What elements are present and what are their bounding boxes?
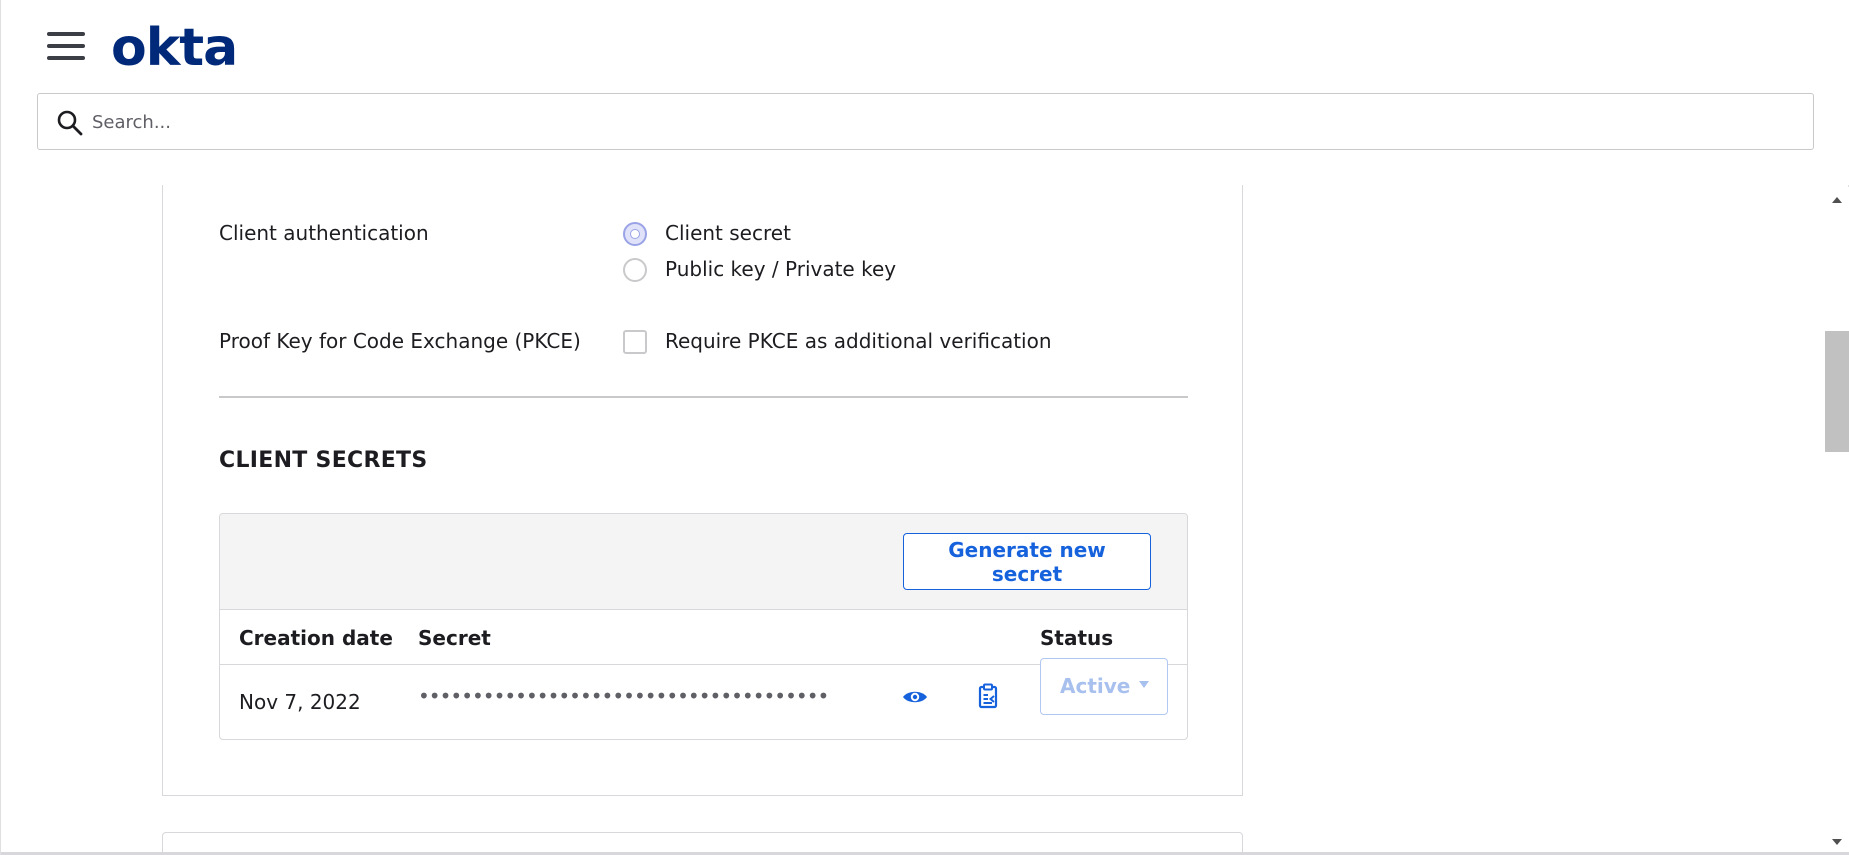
search-bar[interactable]: [37, 93, 1814, 150]
vertical-scrollbar[interactable]: [1825, 187, 1849, 855]
client-secrets-table: Generate new secret Creation date Secret…: [219, 513, 1188, 740]
column-header-creation-date: Creation date: [239, 626, 393, 650]
hamburger-menu-icon[interactable]: [47, 30, 85, 62]
scrollbar-thumb[interactable]: [1825, 331, 1849, 452]
section-divider: [219, 396, 1188, 398]
masked-secret-value: ••••••••••••••••••••••••••••••••••••••••: [418, 684, 828, 708]
client-secret-radio-label[interactable]: Client secret: [665, 221, 791, 245]
pkce-label: Proof Key for Code Exchange (PKCE): [219, 329, 581, 353]
clipboard-icon[interactable]: [973, 681, 1003, 711]
client-authentication-label: Client authentication: [219, 221, 429, 245]
require-pkce-checkbox[interactable]: [623, 330, 647, 354]
search-icon: [57, 110, 83, 136]
secret-status-value: Active: [1060, 674, 1131, 698]
column-header-status: Status: [1040, 626, 1114, 650]
okta-logo[interactable]: okta: [111, 18, 238, 78]
require-pkce-checkbox-label[interactable]: Require PKCE as additional verification: [665, 329, 1052, 353]
app-frame: okta Client authentication Client secret…: [0, 0, 1849, 855]
top-header: okta: [1, 0, 1849, 185]
secret-status-dropdown[interactable]: Active: [1040, 658, 1168, 715]
client-secrets-heading: CLIENT SECRETS: [219, 448, 428, 473]
eye-icon[interactable]: [900, 682, 930, 712]
generate-new-secret-button[interactable]: Generate new secret: [903, 533, 1151, 590]
secrets-toolbar: Generate new secret: [220, 514, 1187, 610]
search-input[interactable]: [90, 102, 1790, 142]
public-private-key-radio[interactable]: [623, 258, 647, 282]
chevron-down-icon: [1139, 681, 1149, 688]
main-content: Client authentication Client secret Publ…: [1, 185, 1825, 855]
scroll-down-arrow-icon[interactable]: [1832, 839, 1842, 845]
client-secret-radio[interactable]: [623, 222, 647, 246]
secret-creation-date: Nov 7, 2022: [239, 690, 361, 714]
column-header-secret: Secret: [418, 626, 491, 650]
public-private-key-radio-label[interactable]: Public key / Private key: [665, 257, 896, 281]
scroll-up-arrow-icon[interactable]: [1832, 197, 1842, 203]
